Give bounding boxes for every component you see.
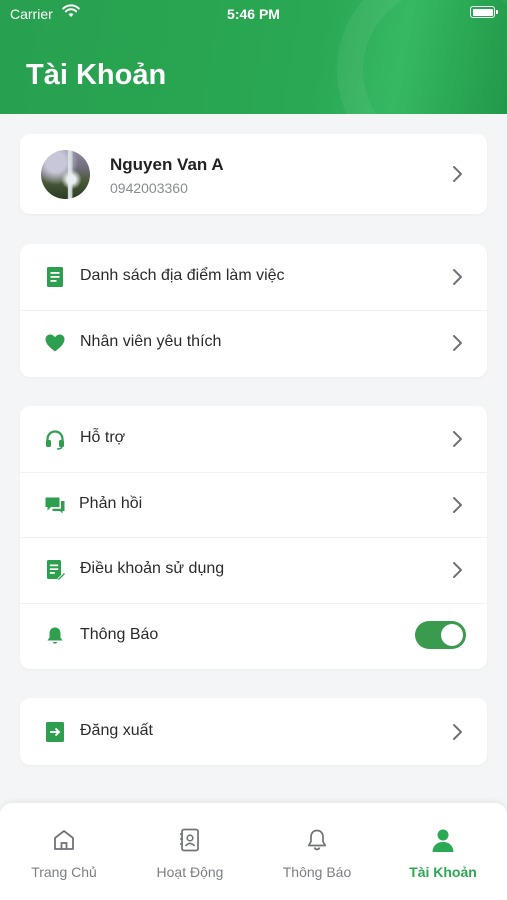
menu-item-label: Hỗ trợ — [80, 429, 126, 446]
menu-item-notifications: Thông Báo — [20, 603, 487, 668]
menu-item-work-locations[interactable]: Danh sách địa điểm làm việc — [20, 244, 487, 309]
bell-icon — [47, 627, 63, 644]
bell-outline-icon — [307, 829, 327, 851]
heart-icon — [45, 334, 65, 352]
tab-notifications[interactable]: Thông Báo — [254, 803, 380, 900]
logout-icon — [46, 722, 64, 742]
tab-activity[interactable]: Hoạt Động — [127, 803, 253, 900]
menu-group-work: Danh sách địa điểm làm việc Nhân viên yê… — [20, 244, 487, 377]
profile-card[interactable]: Nguyen Van A 0942003360 — [20, 134, 487, 214]
tab-home[interactable]: Trang Chủ — [1, 803, 127, 900]
profile-name: Nguyen Van A — [110, 155, 224, 174]
tab-account[interactable]: Tài Khoản — [380, 803, 506, 900]
user-icon — [432, 829, 454, 852]
menu-item-terms[interactable]: Điều khoản sử dụng — [20, 537, 487, 602]
account-screen: Carrier 5:46 PM Tài Khoản Nguyen Van A 0… — [0, 0, 507, 900]
menu-item-label: Điều khoản sử dụng — [80, 560, 225, 577]
tab-label: Tài Khoản — [409, 864, 477, 880]
chevron-right-icon — [453, 335, 462, 351]
menu-item-label: Phản hồi — [79, 495, 143, 512]
menu-item-label: Nhân viên yêu thích — [80, 333, 222, 350]
status-time: 5:46 PM — [227, 6, 280, 22]
avatar — [41, 150, 90, 199]
chevron-right-icon — [453, 166, 462, 182]
menu-item-label: Danh sách địa điểm làm việc — [80, 267, 285, 284]
menu-group-support: Hỗ trợ Phản hồi Điều khoản sử dụng Thông… — [20, 406, 487, 669]
home-icon — [54, 830, 74, 850]
status-bar: Carrier 5:46 PM — [0, 0, 507, 28]
headset-icon — [46, 430, 64, 450]
chevron-right-icon — [453, 562, 462, 578]
tab-label: Hoạt Động — [156, 864, 224, 880]
notifications-toggle[interactable] — [415, 621, 466, 649]
terms-document-icon — [47, 560, 66, 581]
chevron-right-icon — [453, 497, 462, 513]
menu-item-support[interactable]: Hỗ trợ — [20, 406, 487, 471]
menu-item-label: Đăng xuất — [80, 722, 153, 739]
list-document-icon — [47, 267, 63, 287]
tab-label: Thông Báo — [282, 864, 352, 880]
menu-group-logout: Đăng xuất — [20, 698, 487, 765]
battery-icon — [470, 6, 498, 18]
tab-bar: Trang Chủ Hoạt Động Thông Báo Tài Khoản — [0, 803, 507, 900]
chat-icon — [45, 497, 65, 514]
header: Carrier 5:46 PM Tài Khoản — [0, 0, 507, 114]
chevron-right-icon — [453, 724, 462, 740]
menu-item-label: Thông Báo — [80, 626, 159, 643]
menu-item-feedback[interactable]: Phản hồi — [20, 472, 487, 537]
menu-item-logout[interactable]: Đăng xuất — [20, 699, 487, 764]
menu-item-favorite-staff[interactable]: Nhân viên yêu thích — [20, 310, 487, 375]
activity-icon — [180, 828, 199, 852]
page-title: Tài Khoản — [26, 59, 167, 91]
profile-phone: 0942003360 — [110, 180, 188, 196]
toggle-knob — [441, 624, 463, 646]
chevron-right-icon — [453, 269, 462, 285]
chevron-right-icon — [453, 431, 462, 447]
tab-label: Trang Chủ — [31, 864, 97, 880]
